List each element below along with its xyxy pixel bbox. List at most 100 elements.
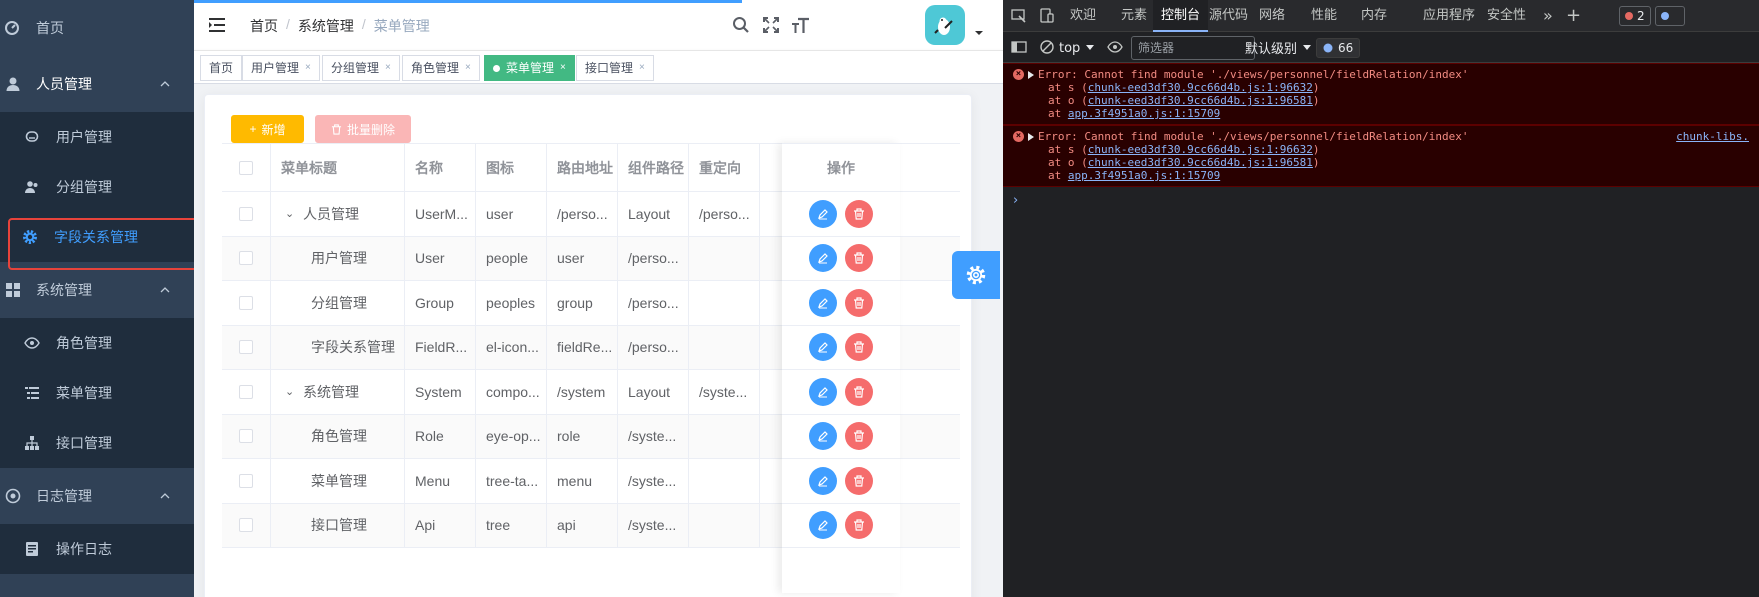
row-checkbox[interactable]	[239, 251, 253, 266]
settings-fab[interactable]	[952, 251, 1000, 299]
close-icon[interactable]: ×	[465, 56, 471, 80]
close-icon[interactable]: ×	[305, 56, 311, 80]
expand-triangle-icon[interactable]	[1028, 133, 1034, 141]
eye-icon[interactable]	[1107, 39, 1123, 55]
stack-frame-link[interactable]: chunk-eed3df30.9cc66d4b.js:1:96632	[1088, 81, 1313, 94]
error-source-link[interactable]: chunk-libs.	[1676, 130, 1749, 143]
devtools-tab-welcome[interactable]: 欢迎	[1070, 0, 1096, 32]
row-checkbox[interactable]	[239, 518, 253, 533]
devtools-tab-security[interactable]: 安全性	[1487, 0, 1526, 32]
sidebar-toggle-icon[interactable]	[1011, 39, 1027, 55]
row-checkbox[interactable]	[239, 295, 253, 310]
edit-button[interactable]	[809, 422, 837, 451]
edit-button[interactable]	[809, 377, 837, 406]
row-checkbox[interactable]	[239, 206, 253, 221]
sidebar-group-system[interactable]: 系统管理	[0, 262, 194, 318]
edit-button[interactable]	[809, 466, 837, 495]
add-tab-icon[interactable]: +	[1566, 0, 1581, 32]
more-tabs-icon[interactable]: »	[1543, 0, 1553, 32]
close-icon[interactable]: ×	[639, 56, 645, 80]
devtools-tab-memory[interactable]: 内存	[1361, 0, 1387, 32]
row-checkbox[interactable]	[239, 429, 253, 444]
devtools-tab-sources[interactable]: 源代码	[1209, 0, 1248, 32]
issues-badge[interactable]: 66	[1316, 38, 1361, 58]
sidebar-item-user-management[interactable]: 用户管理	[0, 112, 194, 162]
edit-button[interactable]	[809, 244, 837, 273]
sidebar-item-role-management[interactable]: 角色管理	[0, 318, 194, 368]
row-checkbox[interactable]	[239, 384, 253, 399]
devtools-tab-application[interactable]: 应用程序	[1423, 0, 1475, 32]
delete-button[interactable]	[845, 466, 873, 495]
row-checkbox[interactable]	[239, 340, 253, 355]
console-error-entry[interactable]: × chunk-libs. Error: Cannot find module …	[1003, 125, 1759, 187]
stack-frame-link[interactable]: chunk-eed3df30.9cc66d4b.js:1:96581	[1088, 156, 1313, 169]
expand-triangle-icon[interactable]	[1028, 71, 1034, 79]
operation-column: 操作	[782, 143, 900, 593]
devtools-tab-performance[interactable]: 性能	[1311, 0, 1337, 32]
device-toggle-icon[interactable]	[1039, 8, 1055, 24]
breadcrumb-system[interactable]: 系统管理	[298, 16, 354, 36]
tag-role-management[interactable]: 角色管理 ×	[402, 55, 480, 81]
log-level-select[interactable]: 默认级别	[1245, 38, 1312, 57]
inspect-icon[interactable]	[1011, 8, 1027, 24]
edit-button[interactable]	[809, 333, 837, 362]
info-count-badge[interactable]	[1655, 6, 1685, 26]
devtools-tab-console[interactable]: 控制台	[1153, 0, 1209, 32]
avatar[interactable]	[925, 5, 965, 45]
sidebar-group-personnel[interactable]: 人员管理	[0, 56, 194, 112]
tag-group-management[interactable]: 分组管理 ×	[322, 55, 400, 81]
tag-home[interactable]: 首页	[200, 55, 243, 81]
log-icon	[4, 487, 22, 505]
stack-frame-link[interactable]: app.3f4951a0.js:1:15709	[1068, 107, 1220, 120]
batch-delete-button[interactable]: 批量删除	[315, 115, 411, 143]
breadcrumb-home[interactable]: 首页	[250, 16, 278, 36]
edit-button[interactable]	[809, 288, 837, 317]
chevron-up-icon	[160, 81, 170, 87]
sidebar-item-menu-management[interactable]: 菜单管理	[0, 368, 194, 418]
cell-icon-text: peoples	[486, 294, 536, 311]
console-filter-input[interactable]: 筛选器	[1131, 36, 1255, 60]
cell-component: Layout	[618, 370, 689, 414]
close-icon[interactable]: ×	[385, 56, 391, 80]
row-checkbox[interactable]	[239, 473, 253, 488]
tag-menu-management[interactable]: 菜单管理 ×	[484, 55, 575, 81]
expand-chevron-icon[interactable]: ⌄	[285, 207, 295, 220]
stack-frame-link[interactable]: chunk-eed3df30.9cc66d4b.js:1:96581	[1088, 94, 1313, 107]
delete-button[interactable]	[845, 288, 873, 317]
edit-button[interactable]	[809, 511, 837, 540]
chevron-down-icon[interactable]	[974, 30, 984, 36]
font-size-icon[interactable]	[790, 14, 812, 36]
context-select[interactable]: top	[1059, 37, 1095, 59]
sidebar-item-operation-log[interactable]: 操作日志	[0, 524, 194, 574]
console-error-entry[interactable]: × Error: Cannot find module './views/per…	[1003, 63, 1759, 125]
peoples-icon	[24, 179, 40, 195]
clear-console-icon[interactable]	[1039, 39, 1055, 55]
sidebar-item-home[interactable]: 首页	[0, 0, 194, 56]
select-all-checkbox[interactable]	[239, 160, 253, 175]
delete-button[interactable]	[845, 422, 873, 451]
expand-chevron-icon[interactable]: ⌄	[285, 385, 295, 398]
delete-button[interactable]	[845, 199, 873, 228]
stack-frame-link[interactable]: chunk-eed3df30.9cc66d4b.js:1:96632	[1088, 143, 1313, 156]
search-icon[interactable]	[730, 14, 752, 36]
hamburger-icon[interactable]	[208, 16, 226, 34]
add-button[interactable]: + 新增	[231, 115, 304, 143]
sidebar-item-api-management[interactable]: 接口管理	[0, 418, 194, 468]
sidebar-group-log[interactable]: 日志管理	[0, 468, 194, 524]
fullscreen-icon[interactable]	[760, 14, 782, 36]
delete-button[interactable]	[845, 244, 873, 273]
tree-table-icon	[24, 385, 40, 401]
delete-button[interactable]	[845, 511, 873, 540]
devtools-tab-network[interactable]: 网络	[1259, 0, 1285, 32]
delete-button[interactable]	[845, 377, 873, 406]
edit-button[interactable]	[809, 199, 837, 228]
devtools-tab-elements[interactable]: 元素	[1121, 0, 1147, 32]
close-icon[interactable]: ×	[560, 56, 566, 80]
error-count-badge[interactable]: 2	[1619, 6, 1651, 26]
stack-frame-link[interactable]: app.3f4951a0.js:1:15709	[1068, 169, 1220, 182]
delete-button[interactable]	[845, 333, 873, 362]
sidebar-item-group-management[interactable]: 分组管理	[0, 162, 194, 212]
tag-user-management[interactable]: 用户管理 ×	[242, 55, 320, 81]
console-prompt[interactable]: ›	[1003, 187, 1759, 208]
tag-api-management[interactable]: 接口管理 ×	[576, 55, 654, 81]
